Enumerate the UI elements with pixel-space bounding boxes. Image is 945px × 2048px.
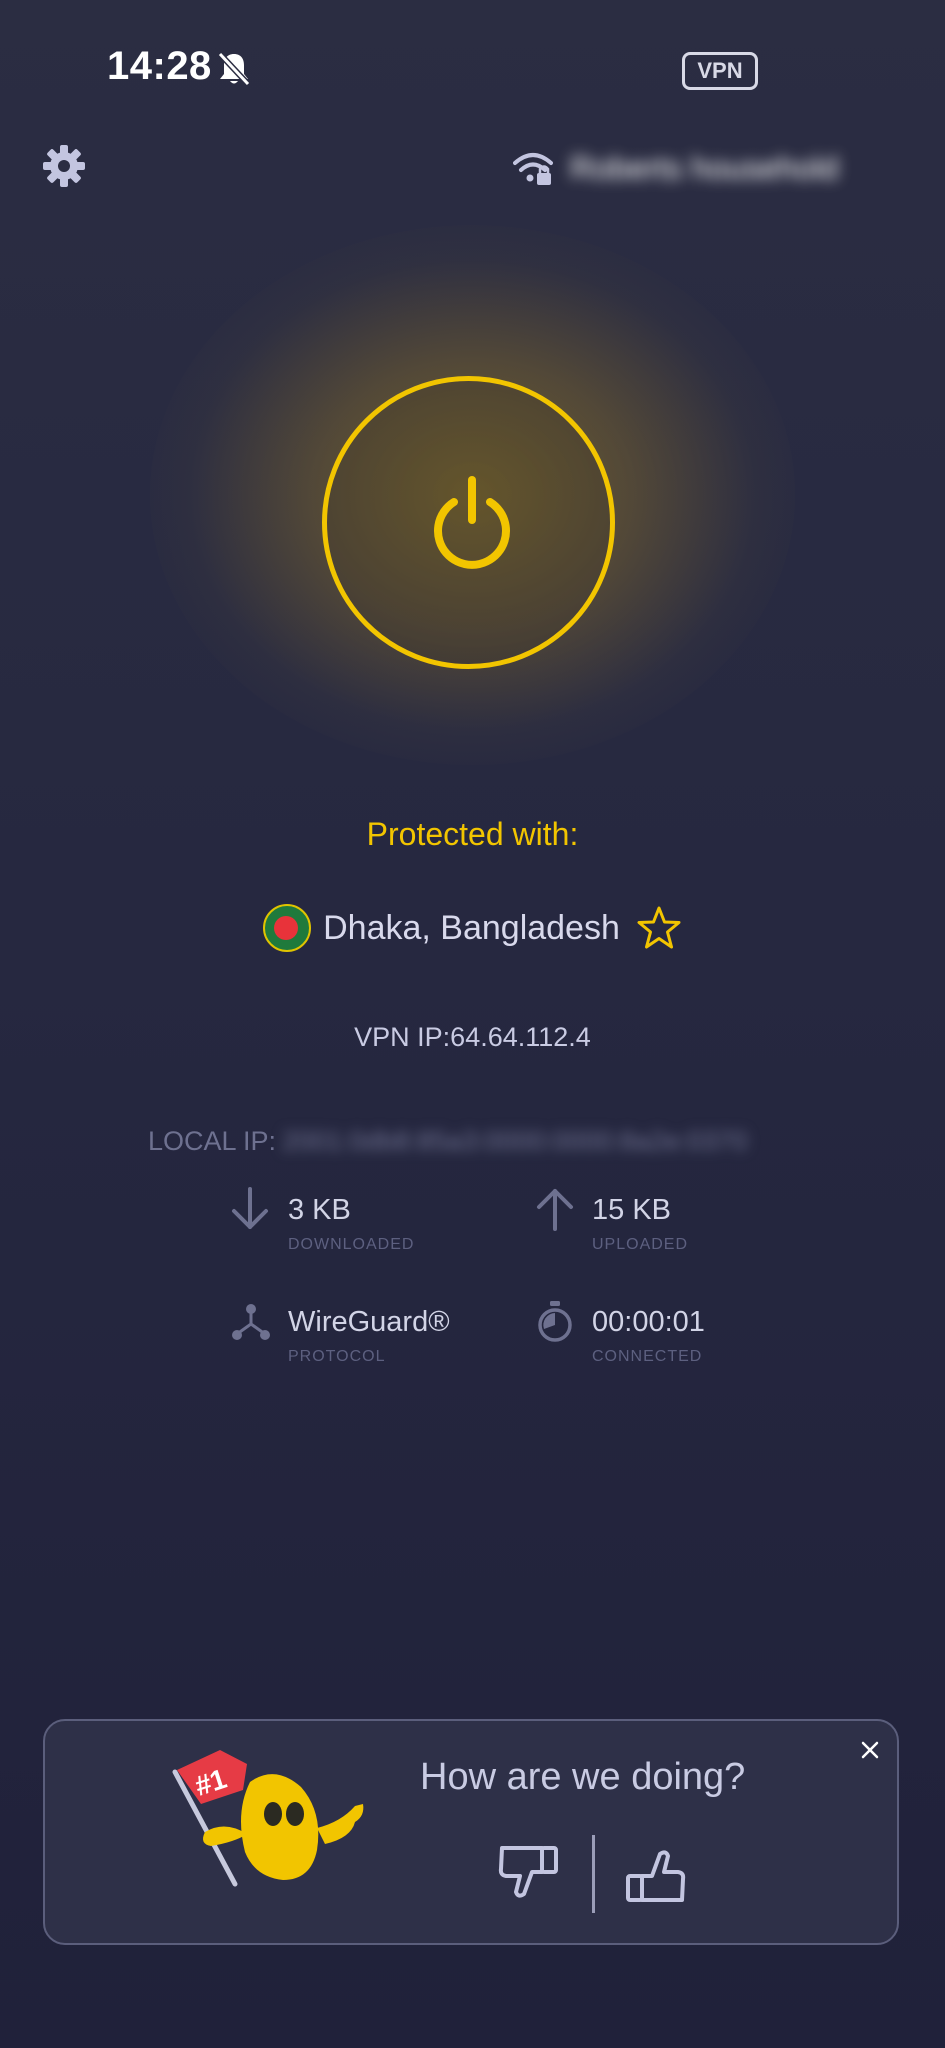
bangladesh-flag-icon xyxy=(263,904,312,952)
download-arrow-icon xyxy=(232,1187,268,1229)
local-ip-label: LOCAL IP: xyxy=(148,1126,277,1156)
connected-time-label: CONNECTED xyxy=(592,1348,703,1365)
vpn-status-badge: VPN xyxy=(682,52,758,90)
downloaded-value: 3 KB xyxy=(288,1194,351,1226)
timer-icon xyxy=(538,1301,572,1342)
status-time: 14:28 xyxy=(107,44,212,88)
thumbs-divider xyxy=(592,1835,595,1913)
wifi-lock-icon xyxy=(513,153,553,185)
close-icon[interactable] xyxy=(858,1738,882,1762)
connected-time-value: 00:00:01 xyxy=(592,1306,705,1338)
favorite-star-icon[interactable] xyxy=(636,905,682,951)
location-row[interactable]: Dhaka, Bangladesh xyxy=(0,900,945,956)
mascot-flag-illustration: #1 xyxy=(172,1750,364,1887)
settings-gear-icon[interactable] xyxy=(42,144,86,188)
thumbs-down-icon[interactable] xyxy=(498,1842,562,1906)
uploaded-label: UPLOADED xyxy=(592,1236,689,1253)
local-ip-value: 2001:0db8:85a3:0000:0000:8a2e:0370 xyxy=(282,1126,748,1156)
protocol-value: WireGuard® xyxy=(288,1306,450,1338)
upload-arrow-icon xyxy=(537,1189,573,1231)
rating-question: How are we doing? xyxy=(420,1756,746,1798)
vpn-ip: VPN IP:64.64.112.4 xyxy=(354,1022,591,1052)
network-name: Roberts household xyxy=(570,150,839,186)
thumbs-up-icon[interactable] xyxy=(622,1842,686,1906)
protocol-nodes-icon xyxy=(232,1304,270,1340)
bell-off-icon xyxy=(217,51,251,87)
protocol-label: PROTOCOL xyxy=(288,1348,386,1365)
downloaded-label: DOWNLOADED xyxy=(288,1236,415,1253)
protected-label: Protected with: xyxy=(366,816,579,852)
server-location: Dhaka, Bangladesh xyxy=(323,908,620,947)
power-icon xyxy=(434,476,510,569)
uploaded-value: 15 KB xyxy=(592,1194,671,1226)
